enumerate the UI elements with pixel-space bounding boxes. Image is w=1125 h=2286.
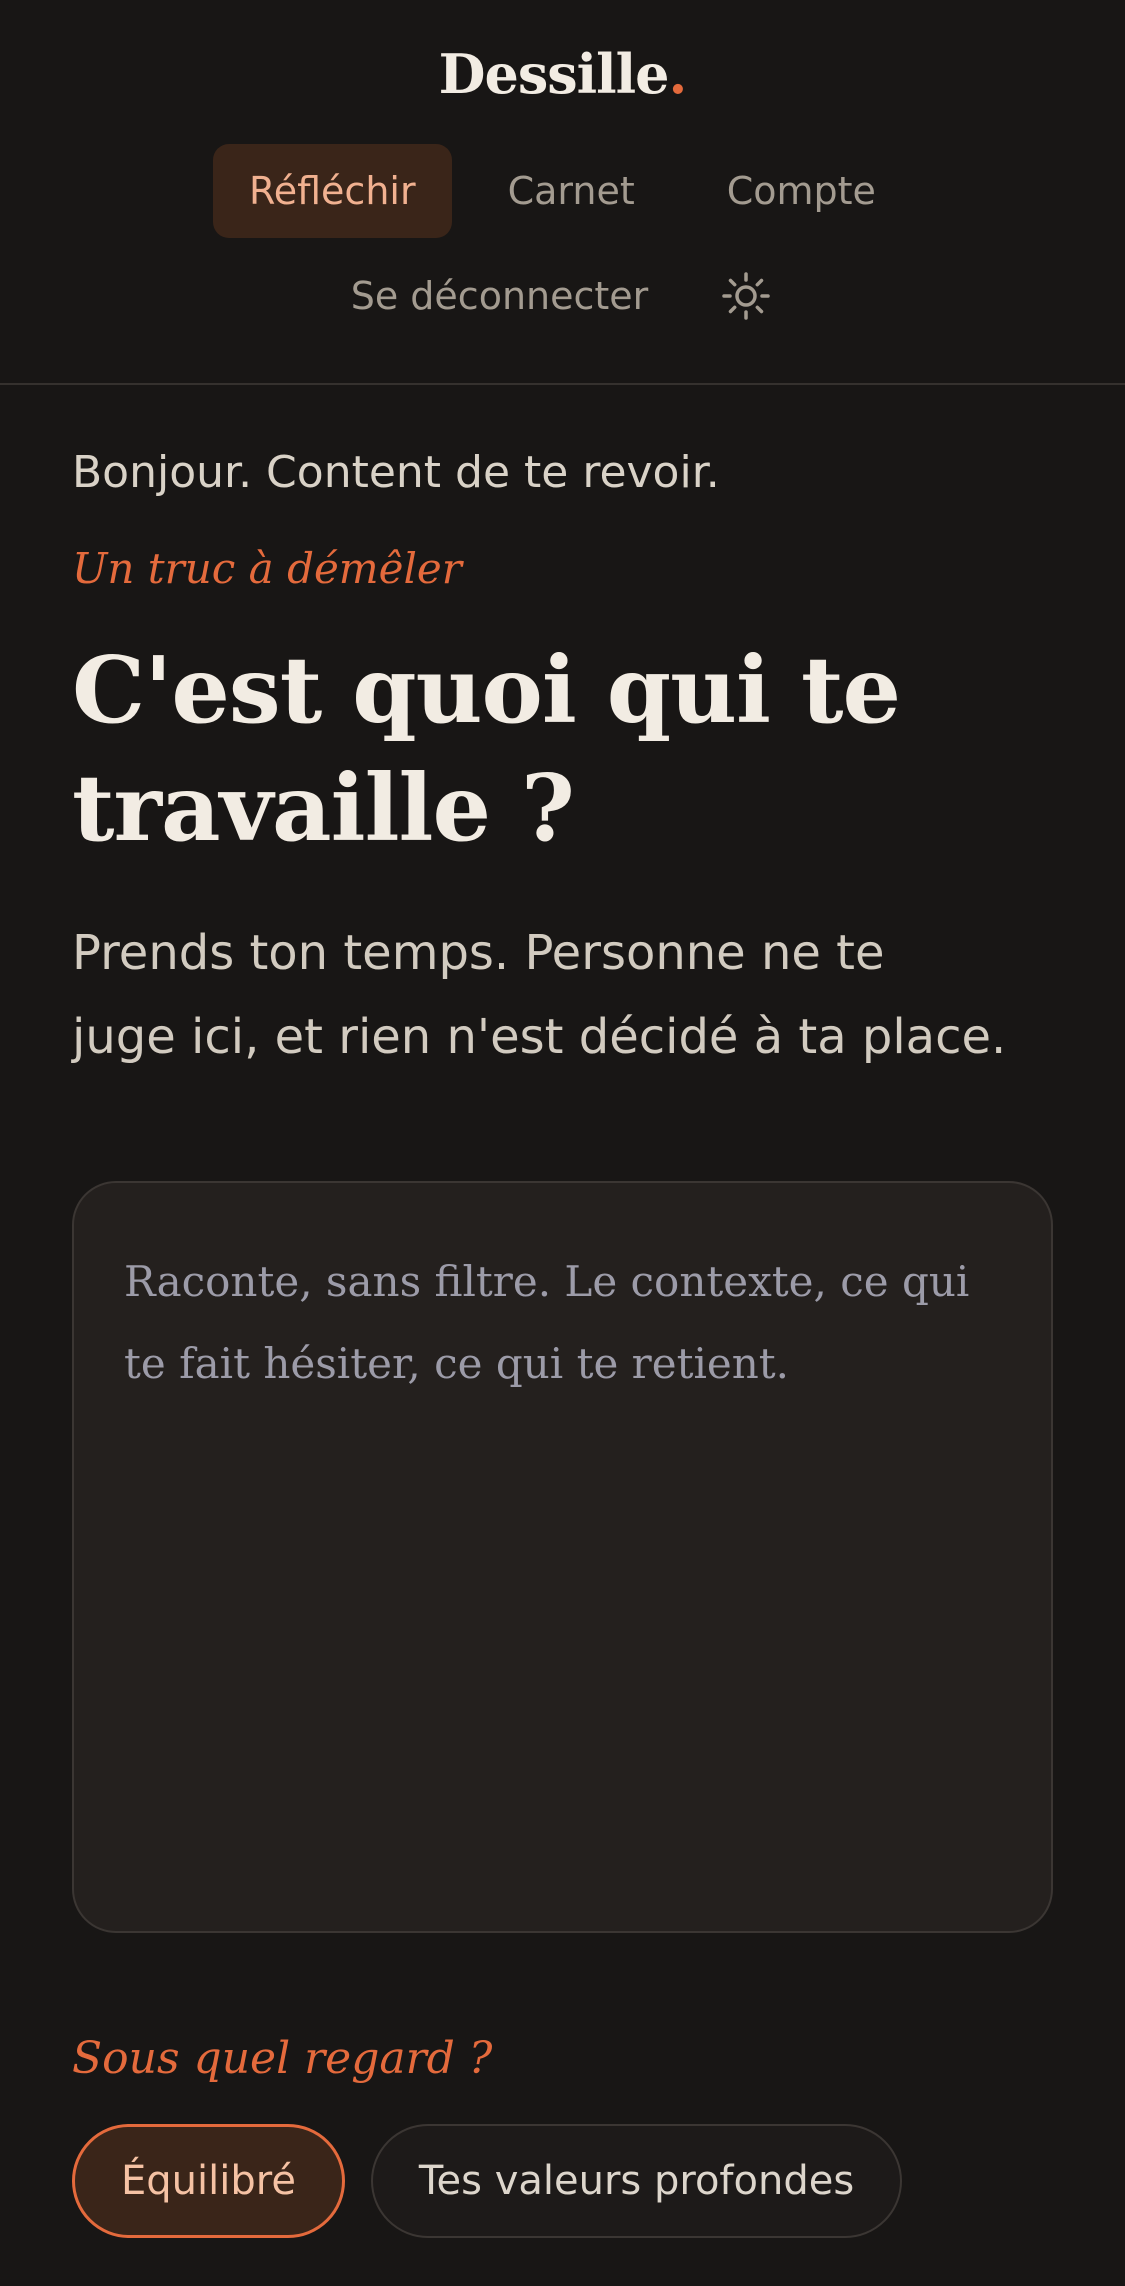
chip-label: Tes valeurs profondes xyxy=(418,2158,855,2204)
tab-carnet[interactable]: Carnet xyxy=(472,144,671,238)
secondary-nav: Se déconnecter xyxy=(0,268,1125,324)
logout-link[interactable]: Se déconnecter xyxy=(351,274,649,318)
brand-name: Dessille xyxy=(438,42,670,106)
main-content: Bonjour. Content de te revoir. Un truc à… xyxy=(72,385,1053,2238)
page-subtitle: Prends ton temps. Personne ne te juge ic… xyxy=(72,911,1053,1079)
section-eyebrow: Un truc à démêler xyxy=(72,544,462,593)
lens-options: Équilibré Tes valeurs profondes xyxy=(72,2124,1053,2238)
subtitle-line-1: Prends ton temps. Personne ne te xyxy=(72,925,885,981)
app-header: Dessille. Réfléchir Carnet Compte Se déc… xyxy=(0,0,1125,385)
lens-label: Sous quel regard ? xyxy=(72,2033,493,2084)
page-title: C'est quoi qui te travaille ? xyxy=(72,631,1053,867)
tab-label: Carnet xyxy=(507,169,635,213)
tab-label: Compte xyxy=(726,169,876,213)
tab-compte[interactable]: Compte xyxy=(691,144,912,238)
sun-icon xyxy=(722,272,771,320)
title-line-2: travaille ? xyxy=(72,754,575,862)
tab-label: Réfléchir xyxy=(249,169,416,213)
title-line-1: C'est quoi qui te xyxy=(72,636,901,744)
tab-reflechir[interactable]: Réfléchir xyxy=(213,144,452,238)
lens-option-valeurs-profondes[interactable]: Tes valeurs profondes xyxy=(370,2124,903,2238)
greeting-text: Bonjour. Content de te revoir. xyxy=(72,447,720,498)
brand-logo[interactable]: Dessille. xyxy=(0,42,1125,106)
reflection-textarea[interactable] xyxy=(72,1181,1053,1933)
theme-toggle-button[interactable] xyxy=(718,268,774,324)
lens-option-equilibre[interactable]: Équilibré xyxy=(72,2124,345,2238)
main-nav: Réfléchir Carnet Compte xyxy=(0,144,1125,238)
subtitle-line-2: juge ici, et rien n'est décidé à ta plac… xyxy=(72,1009,1007,1065)
chip-label: Équilibré xyxy=(121,2158,296,2204)
brand-dot: . xyxy=(668,42,688,106)
